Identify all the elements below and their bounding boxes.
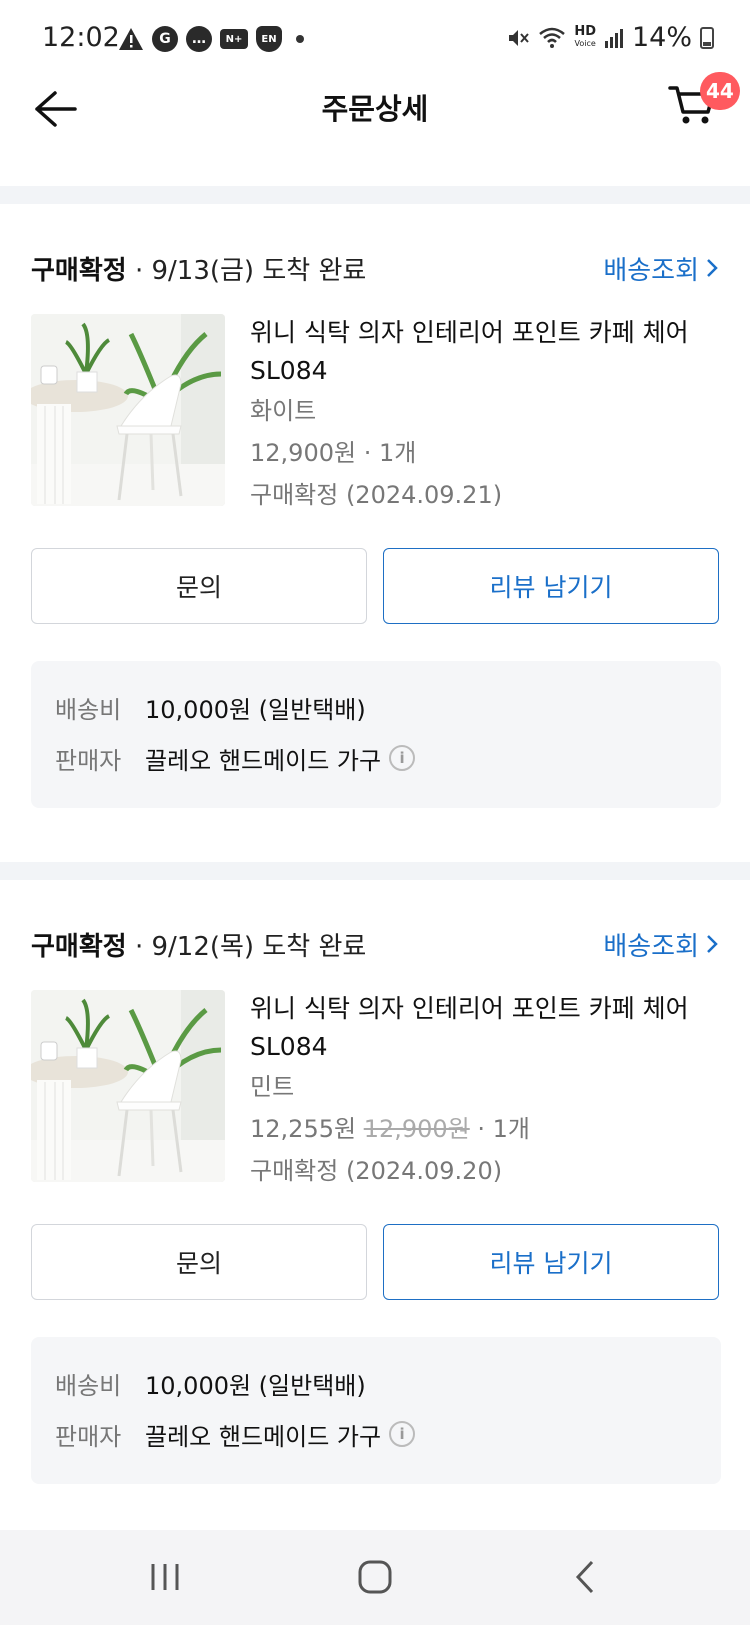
purchase-confirmed-date: 구매확정 (2024.09.20) (250, 1157, 503, 1185)
order-actions: 문의 리뷰 남기기 (31, 1224, 721, 1300)
section-divider (0, 862, 750, 880)
system-indicators: HD Voice 14% (506, 22, 714, 53)
seller-name: 끌레오 핸드메이드 가구 (145, 1422, 382, 1451)
app-header: 주문상세 44 (0, 72, 750, 180)
product-price-line: 12,255원 12,900원 · 1개 (250, 1108, 710, 1150)
chevron-right-icon (707, 935, 718, 953)
order-status-line: 구매확정 · 9/13(금) 도착 완료 (31, 250, 366, 287)
write-review-button[interactable]: 리뷰 남기기 (383, 548, 719, 624)
track-shipment-link[interactable]: 배송조회 (603, 250, 721, 287)
signal-icon (604, 28, 623, 48)
product-quantity: · 1개 (469, 1115, 531, 1143)
order-status-line: 구매확정 · 9/12(목) 도착 완료 (31, 926, 366, 963)
order-header: 구매확정 · 9/12(목) 도착 완료 배송조회 (31, 924, 721, 964)
shipping-fee-value: 10,000원 (일반택배) (145, 695, 366, 724)
battery-icon (700, 26, 714, 49)
page-title: 주문상세 (321, 92, 429, 126)
track-shipment-label: 배송조회 (603, 931, 699, 962)
product-name: 위니 식탁 의자 인테리어 포인트 카페 체어 SL084 (250, 994, 689, 1061)
notification-icons: G … N+ EN (118, 26, 304, 52)
shipping-fee-value: 10,000원 (일반택배) (145, 1371, 366, 1400)
track-shipment-label: 배송조회 (603, 255, 699, 286)
status-time: 12:02 (42, 22, 120, 53)
order-header: 구매확정 · 9/13(금) 도착 완료 배송조회 (31, 248, 721, 288)
order-actions: 문의 리뷰 남기기 (31, 548, 721, 624)
order-card: 구매확정 · 9/12(목) 도착 완료 배송조회 위니 식탁 의자 인테리어 … (0, 924, 750, 1504)
product-price-line: 12,900원 · 1개 (250, 432, 710, 474)
system-nav-bar (0, 1530, 750, 1625)
write-review-button[interactable]: 리뷰 남기기 (383, 1224, 719, 1300)
shipping-info-box: 배송비 10,000원 (일반택배) 판매자 끌레오 핸드메이드 가구 i (31, 661, 721, 808)
purchase-confirmed-date: 구매확정 (2024.09.21) (250, 481, 503, 509)
shipping-fee-row: 배송비 10,000원 (일반택배) (55, 687, 366, 727)
product-price: 12,255원 (250, 1115, 357, 1143)
original-price: 12,900원 (363, 1115, 470, 1143)
product-option: 민트 (250, 1073, 295, 1101)
order-status: 구매확정 (31, 255, 127, 286)
mute-icon (509, 29, 530, 46)
order-status: 구매확정 (31, 931, 127, 962)
product-thumbnail (31, 990, 225, 1182)
home-button[interactable] (345, 1552, 405, 1602)
status-bar: 12:02 G … N+ EN HD Voice 14% (0, 0, 750, 80)
more-notifications-dot (296, 35, 304, 43)
shipping-fee-label: 배송비 (55, 695, 122, 724)
wifi-icon (539, 27, 566, 48)
seller-row: 판매자 끌레오 핸드메이드 가구 i (55, 1414, 416, 1454)
product-price: 12,900원 (250, 439, 357, 467)
product-info: 위니 식탁 의자 인테리어 포인트 카페 체어 SL084 민트 12,255원… (250, 990, 710, 1192)
back-icon (575, 1560, 594, 1594)
track-shipment-link[interactable]: 배송조회 (603, 926, 721, 963)
section-divider (0, 186, 750, 204)
seller-label: 판매자 (55, 1422, 122, 1451)
product-item[interactable]: 위니 식탁 의자 인테리어 포인트 카페 체어 SL084 화이트 12,900… (31, 314, 721, 509)
google-icon: G (152, 26, 178, 52)
seller-row: 판매자 끌레오 핸드메이드 가구 i (55, 738, 416, 778)
product-item[interactable]: 위니 식탁 의자 인테리어 포인트 카페 체어 SL084 민트 12,255원… (31, 990, 721, 1185)
seller-name: 끌레오 핸드메이드 가구 (145, 746, 382, 775)
product-name: 위니 식탁 의자 인테리어 포인트 카페 체어 SL084 (250, 318, 689, 385)
shipping-info-box: 배송비 10,000원 (일반택배) 판매자 끌레오 핸드메이드 가구 i (31, 1337, 721, 1484)
product-thumbnail (31, 314, 225, 506)
hd-voice-indicator: HD Voice (574, 23, 596, 48)
shipping-fee-row: 배송비 10,000원 (일반택배) (55, 1363, 366, 1403)
news-icon: N+ (220, 29, 248, 49)
inquiry-button[interactable]: 문의 (31, 1224, 367, 1300)
warning-icon (118, 26, 144, 52)
seller-label: 판매자 (55, 746, 122, 775)
battery-percent: 14% (631, 22, 692, 53)
recent-apps-icon (151, 1564, 179, 1590)
inquiry-button[interactable]: 문의 (31, 548, 367, 624)
cart-count-badge: 44 (700, 72, 740, 110)
info-icon[interactable]: i (389, 745, 416, 771)
product-option: 화이트 (250, 397, 317, 425)
delivery-date: · 9/13(금) 도착 완료 (126, 255, 367, 286)
product-quantity: · 1개 (356, 439, 417, 467)
recent-apps-button[interactable] (135, 1552, 195, 1602)
delivery-date: · 9/12(목) 도착 완료 (126, 931, 367, 962)
system-back-button[interactable] (555, 1552, 615, 1602)
chat-icon: … (186, 26, 212, 52)
shipping-fee-label: 배송비 (55, 1371, 122, 1400)
vpn-shield-icon: EN (256, 26, 282, 52)
order-card: 구매확정 · 9/13(금) 도착 완료 배송조회 위니 식탁 의자 인테리어 … (0, 248, 750, 828)
product-info: 위니 식탁 의자 인테리어 포인트 카페 체어 SL084 화이트 12,900… (250, 314, 710, 516)
chevron-right-icon (707, 259, 718, 277)
info-icon[interactable]: i (389, 1421, 416, 1447)
home-icon (358, 1560, 392, 1594)
